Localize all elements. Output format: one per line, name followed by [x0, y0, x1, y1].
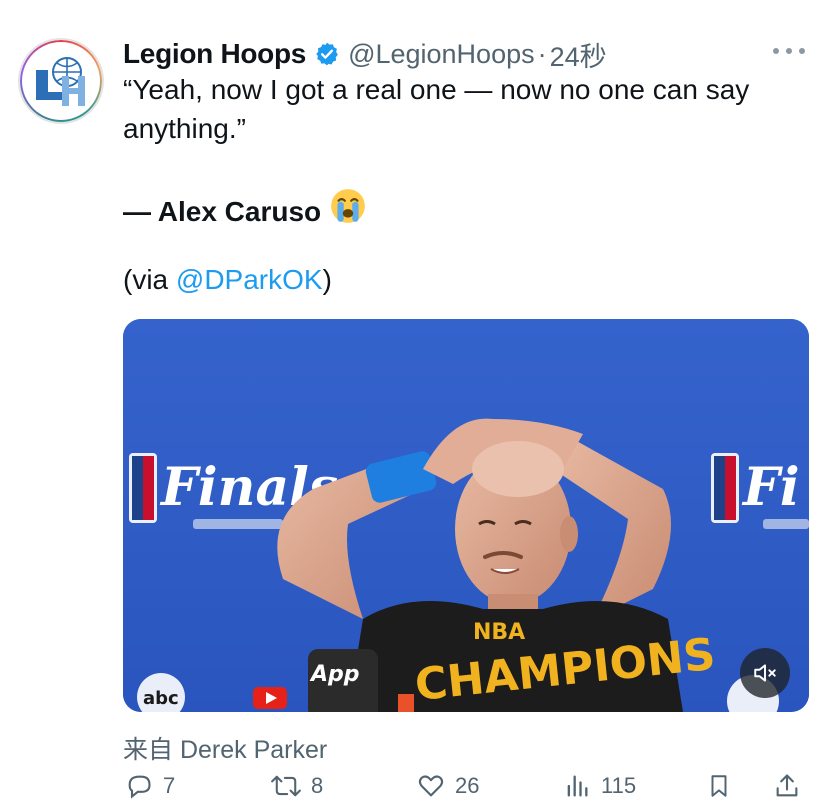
analytics-icon [567, 775, 588, 797]
view-count: 115 [601, 773, 637, 798]
retweet-count: 8 [311, 773, 324, 798]
quote-attribution: — Alex Caruso [123, 187, 367, 228]
via-suffix: ) [322, 264, 332, 295]
retweet-button[interactable]: 8 [271, 772, 323, 800]
more-options-icon[interactable] [773, 44, 805, 58]
tweet-media-video[interactable]: Finals Fi NBA CHAMPIONS App abc [123, 319, 809, 712]
via-prefix: (via [123, 264, 176, 295]
abc-logo-left-text: abc [143, 688, 179, 709]
bookmark-icon [711, 775, 727, 797]
author-handle[interactable]: @LegionHoops [348, 39, 535, 70]
via-line: (via @DParkOK) [123, 264, 332, 296]
share-icon [776, 774, 798, 797]
mention-link-text-end: OK [282, 264, 323, 295]
share-button[interactable] [773, 772, 801, 800]
mute-button[interactable] [740, 648, 790, 698]
quote-attribution-text: — Alex Caruso [123, 196, 322, 227]
loudly-crying-face-icon [331, 189, 366, 223]
tweet-text: “Yeah, now I got a real one — now no one… [123, 74, 750, 144]
mic-brand-label: App [309, 662, 360, 687]
heart-icon [418, 775, 444, 797]
shirt-text-nba: NBA [473, 620, 525, 645]
mention-link-text: @DPark [175, 264, 283, 295]
verified-badge-icon [316, 42, 338, 66]
author-name[interactable]: Legion Hoops [123, 38, 306, 70]
reply-icon [128, 775, 151, 799]
more-dot [773, 48, 779, 54]
avatar[interactable] [18, 38, 104, 124]
like-button[interactable]: 26 [417, 772, 479, 800]
legion-hoops-logo-icon [36, 57, 85, 106]
bookmark-button[interactable] [706, 772, 732, 800]
finals-logo-right: Fi [741, 457, 800, 518]
tweet-source[interactable]: 来自 Derek Parker [123, 730, 327, 766]
tweet-header: Legion Hoops @LegionHoops · 24秒 [123, 34, 607, 74]
like-count: 26 [455, 773, 480, 798]
speaker-muted-icon [754, 664, 776, 682]
reply-button[interactable]: 7 [125, 772, 175, 800]
more-dot [786, 48, 792, 54]
views-button[interactable]: 115 [563, 772, 636, 800]
separator-dot: · [537, 38, 547, 69]
reply-count: 7 [163, 773, 176, 798]
more-dot [799, 48, 805, 54]
mention-link[interactable]: @DParkOK [176, 264, 323, 295]
action-bar: 7 8 26 115 [123, 772, 813, 802]
timestamp[interactable]: 24秒 [550, 35, 607, 74]
press-conference-video-frame: Finals Fi NBA CHAMPIONS App abc [123, 319, 809, 712]
retweet-icon [271, 775, 301, 797]
